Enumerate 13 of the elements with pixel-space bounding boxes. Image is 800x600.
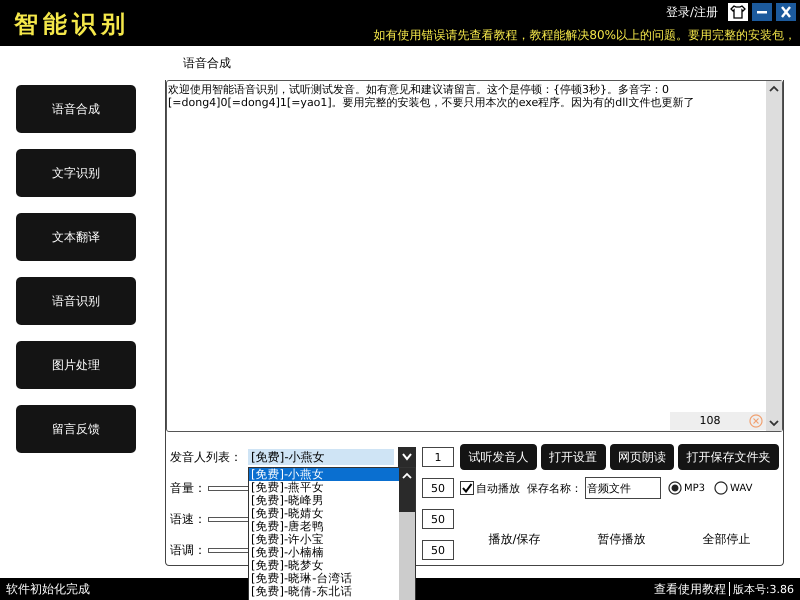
app-title: 智能识别	[12, 8, 130, 40]
version-text: 版本号:3.86	[732, 582, 794, 596]
char-counter: 108	[670, 412, 766, 430]
save-name-label: 保存名称：	[527, 480, 582, 496]
slider-label: 语调：	[170, 542, 207, 558]
voice-list-label: 发音人列表：	[170, 448, 242, 466]
editor-text-line: 欢迎使用智能语音识别，试听测试发音。如有意见和建议请留言。这个是停顿：{停顿3秒}。多音字：0	[168, 83, 670, 96]
slider-label: 语速：	[170, 510, 207, 528]
marquee-notice: 如有使用错误请先查看教程，教程能解决80%以上的问题。要用完整的安装包，	[373, 27, 797, 44]
editor-text-line: [=dong4]0[=dong4]1[=yao1]。要用完整的安装包，不要只用本次的exe程序。因为有的dll文件也更新了	[168, 96, 696, 109]
section-title: 语音合成	[182, 55, 232, 72]
status-message: 软件初始化完成	[5, 580, 90, 598]
slider-label: 音量：	[170, 480, 207, 496]
